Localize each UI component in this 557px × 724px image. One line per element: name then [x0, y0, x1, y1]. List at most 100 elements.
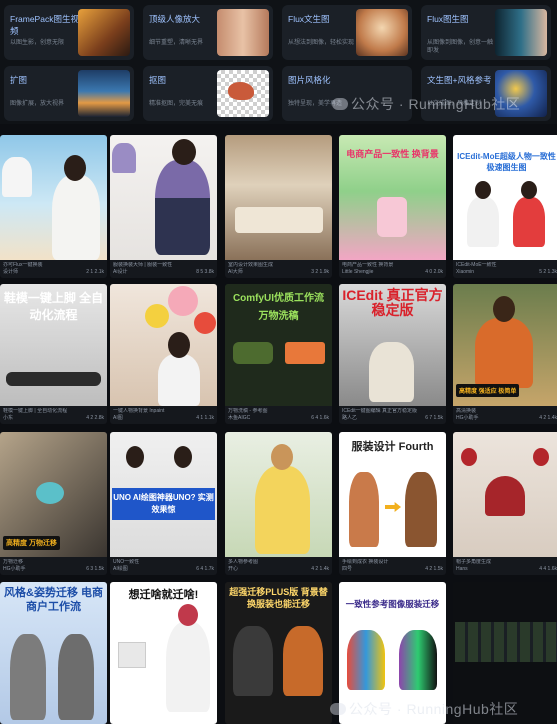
model-figure: [347, 630, 385, 690]
sketch-figure: [349, 472, 379, 547]
card-meta: 多人物参考图 开心 4 2 1.4k: [228, 559, 329, 572]
feature-title: 图片风格化: [288, 75, 331, 85]
gallery-card[interactable]: 亦可Flux一键换装 设计师 2 1 2.1k: [0, 135, 107, 278]
card-meta: 手绘到成衣 换装设计 四号 4 2 1.5k: [342, 559, 443, 572]
model-figure: [52, 175, 100, 260]
shirt-figure: [112, 143, 136, 173]
gallery-card[interactable]: 服装换装大师 | 服装一致性 Ai设计 8 5 3.8k: [110, 135, 217, 278]
gallery-card[interactable]: 电商产品一致性 换背景 电商产品一致性 换背景 Little Shengjie …: [339, 135, 446, 278]
feature-desc: 以图生影，创意无限: [10, 40, 65, 46]
gallery-card[interactable]: 高精度 万物迁移 万物迁移 HG小助手 6 3 1.5k: [0, 432, 107, 575]
gallery-card[interactable]: ComfyUI优质工作流 万物洗稿 万物洗稿 - 参考图 木鱼AIGC 6 4 …: [225, 284, 332, 424]
gallery-card[interactable]: ICEdit 真正官方稳定版 ICEdit一键图编辑 真正官方稳定版 路人乙 6…: [339, 284, 446, 424]
gallery-card[interactable]: UNO AI绘图神器UNO? 实测效果惊 UNO一致性 AI绘图 6 4 1.7…: [110, 432, 217, 575]
model-head: [174, 446, 192, 468]
tshirt-figure: [2, 157, 32, 197]
balloon: [168, 286, 198, 316]
model-figure: [166, 622, 210, 712]
model-figure: [513, 197, 545, 247]
necklace-pendant: [36, 482, 64, 504]
card-meta: 一键人物换背景 Inpaint AI图 4 1 1.1k: [113, 408, 214, 421]
feature-desc: 从想法到图像，轻松实现: [288, 40, 355, 46]
model-head: [126, 446, 144, 468]
model-figure: [399, 630, 437, 690]
gallery-card[interactable]: 风格&姿势迁移 电商商户工作流: [0, 582, 107, 724]
feature-panel: FramePack图生视频 以图生影，创意无限 顶级人像放大 细节重塑，清晰无界…: [0, 0, 557, 124]
gallery-card[interactable]: 服装设计 Fourth 手绘到成衣 换装设计 四号 4 2 1.5k: [339, 432, 446, 575]
feature-tag: 高精度 强适应 极简单: [456, 384, 520, 397]
model-figure: [405, 472, 437, 547]
balloon: [194, 312, 216, 334]
bird-illustration: [228, 82, 254, 100]
card-meta: 电商产品一致性 换背景 Little Shengjie 4 0 2.0k: [342, 262, 443, 275]
gallery-card[interactable]: ICEdit-MoE超级人物一致性极速图生图 ICEdit-MoE一致性 Xia…: [453, 135, 557, 278]
card-headline: 鞋模一键上脚 全自动化流程: [3, 291, 104, 322]
product-shoes: [233, 342, 273, 364]
gallery-card[interactable]: 鞋模一键上脚 全自动化流程 鞋模一键上脚 | 全自动化流程 小东 4 2 2.8…: [0, 284, 107, 424]
model-head: [521, 181, 537, 199]
feature-thumbnail: [356, 9, 408, 56]
model-figure: [475, 318, 533, 388]
gallery-card[interactable]: 帽子多角度生成 Hans 4 4 1.6k: [453, 432, 557, 575]
card-headline: 服装设计 Fourth: [351, 441, 434, 453]
card-meta: 万物洗稿 - 参考图 木鱼AIGC 6 4 1.6k: [228, 408, 329, 421]
wechat-icon: [332, 98, 348, 110]
model-figure: [233, 626, 273, 696]
feature-card-framepack[interactable]: FramePack图生视频 以图生影，创意无限: [4, 5, 134, 60]
card-meta: 室内设计效果图生成 AI大师 3 2 1.9k: [228, 262, 329, 275]
card-headline: 风格&姿势迁移 电商商户工作流: [4, 587, 103, 613]
card-meta: ICEdit-MoE一致性 Xiaomin 5 2 1.3k: [456, 262, 557, 275]
feature-thumbnail: [78, 70, 130, 117]
gallery-card[interactable]: 室内设计效果图生成 AI大师 3 2 1.9k: [225, 135, 332, 278]
gallery-card[interactable]: 一键人物换背景 Inpaint AI图 4 1 1.1k: [110, 284, 217, 424]
card-headline: 想迁啥就迁啥!: [128, 589, 199, 601]
model-figure: [58, 634, 94, 720]
model-figure: [467, 197, 499, 247]
card-headline: 一致性参考图像服装迁移: [345, 599, 440, 609]
interior-sofa: [235, 207, 323, 233]
gallery-card[interactable]: 想迁啥就迁啥!: [110, 582, 217, 724]
model-figure: [158, 354, 200, 406]
product-bottle: [377, 197, 407, 237]
model-head: [271, 444, 293, 470]
feature-thumbnail: [217, 9, 269, 56]
feature-card-outpaint[interactable]: 扩图 图像扩展，放大视界: [4, 66, 134, 121]
card-headline: ComfyUI优质工作流 万物洗稿: [232, 293, 325, 322]
gallery-card[interactable]: 高精度 强适应 极简单 高清换装 HG小助手 4 2 1.4k: [453, 284, 557, 424]
card-meta: ICEdit一键图编辑 真正官方稳定版 路人乙 6 7 1.5k: [342, 408, 443, 421]
model-head: [64, 155, 86, 181]
model-figure: [283, 626, 323, 696]
model-head: [475, 181, 491, 199]
feature-thumbnail: [495, 9, 547, 56]
feature-card-flux-img2img[interactable]: Flux图生图 从图像到图像，创意一触即发: [421, 5, 551, 60]
card-headline: ICEdit 真正官方稳定版: [342, 287, 443, 318]
gallery-card[interactable]: 超强迁移PLUS版 背景替换服装也能迁移: [225, 582, 332, 724]
watermark-bottom: 公众号 · RunningHub社区: [330, 699, 518, 719]
feature-title: Flux图生图: [427, 14, 469, 24]
feature-title: 文生图+风格参考: [427, 75, 492, 85]
model-head: [461, 448, 477, 466]
model-head: [493, 296, 515, 322]
wechat-icon: [330, 703, 346, 715]
feature-title: 扩图: [10, 75, 28, 85]
card-meta: 万物迁移 HG小助手 6 3 1.5k: [3, 559, 104, 572]
card-headline: 超强迁移PLUS版 背景替换服装也能迁移: [229, 587, 328, 609]
outfit-item: [118, 642, 146, 668]
feature-desc: 从图像到图像，创意一触即发: [427, 40, 494, 54]
feature-title: Flux文生图: [288, 14, 330, 24]
martial-artist-figure: [369, 342, 414, 402]
feature-card-flux-text2img[interactable]: Flux文生图 从想法到图像，轻松实现: [282, 5, 412, 60]
model-head: [172, 139, 196, 165]
watermark: 公众号 · RunningHub社区: [332, 94, 520, 114]
feature-thumbnail: [78, 9, 130, 56]
shoe-row: [6, 372, 101, 386]
card-meta: 帽子多角度生成 Hans 4 4 1.6k: [456, 559, 557, 572]
model-figure: [155, 160, 210, 255]
gallery-card[interactable]: 多人物参考图 开心 4 2 1.4k: [225, 432, 332, 575]
card-image: [225, 135, 332, 260]
feature-title: 顶级人像放大: [149, 14, 201, 24]
feature-card-portrait-upscale[interactable]: 顶级人像放大 细节重塑，清晰无界: [143, 5, 273, 60]
node-graph-preview: [455, 622, 557, 662]
model-head: [168, 332, 190, 358]
card-meta: 亦可Flux一键换装 设计师 2 1 2.1k: [3, 262, 104, 275]
